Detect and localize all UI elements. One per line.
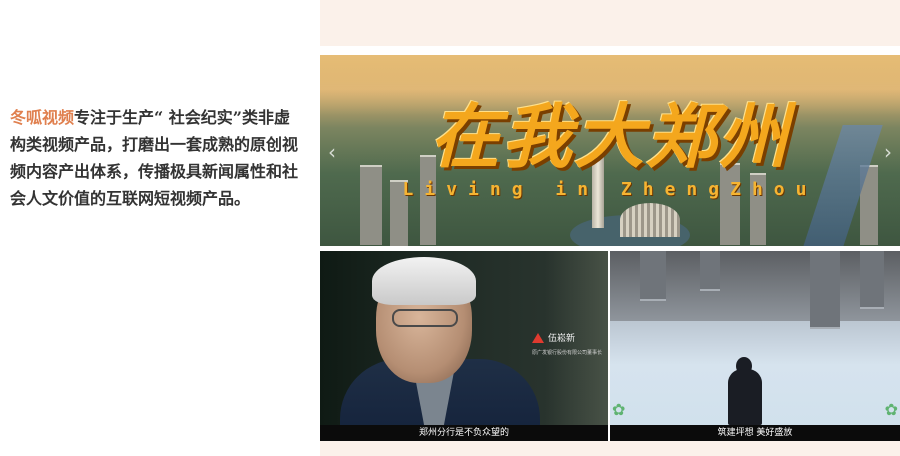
banner-subtitle: Living in ZhengZhou	[402, 179, 818, 200]
brand-name: 冬呱视频	[10, 108, 75, 127]
inverted-skyline	[610, 251, 900, 329]
leaf-icon: ✿	[884, 400, 898, 419]
logo-icon	[532, 332, 544, 343]
intro-text-block: 冬呱视频专注于生产“ 社会纪实”类非虚构类视频产品，打磨出一套成熟的原创视频内容…	[10, 104, 300, 212]
banner-building	[360, 165, 382, 245]
inverted-building	[700, 251, 720, 291]
inverted-building	[810, 251, 840, 329]
chevron-right-icon[interactable]: ›	[880, 141, 896, 163]
bottom-strip	[320, 441, 900, 456]
top-strip	[320, 0, 900, 46]
chevron-left-icon[interactable]: ‹	[324, 141, 340, 163]
page: 冬呱视频专注于生产“ 社会纪实”类非虚构类视频产品，打磨出一套成熟的原创视频内容…	[0, 0, 900, 456]
inverted-building	[860, 251, 884, 309]
figure-glasses	[392, 309, 458, 327]
video-tile-city[interactable]: ✿ ✿ 筑建坪想 美好盛放	[610, 251, 900, 441]
name-tag-name: 伍崧新	[548, 334, 576, 344]
inverted-building	[640, 251, 666, 301]
video-tile-interview[interactable]: 伍崧新 原广发银行股份有限公司董事长 郑州分行是不负众望的	[320, 251, 608, 441]
name-tag: 伍崧新 原广发银行股份有限公司董事长	[532, 327, 602, 356]
figure-hair	[372, 257, 476, 305]
video-caption: 郑州分行是不负众望的	[320, 425, 608, 441]
person-silhouette	[728, 369, 762, 425]
leaf-icon: ✿	[612, 400, 626, 419]
banner-title: 在我大郑州	[430, 96, 790, 178]
banner-dome	[620, 203, 680, 237]
name-tag-role: 原广发银行股份有限公司董事长	[532, 350, 603, 356]
carousel-banner[interactable]: 在我大郑州 Living in ZhengZhou ‹ ›	[320, 55, 900, 246]
video-caption: 筑建坪想 美好盛放	[610, 425, 900, 441]
